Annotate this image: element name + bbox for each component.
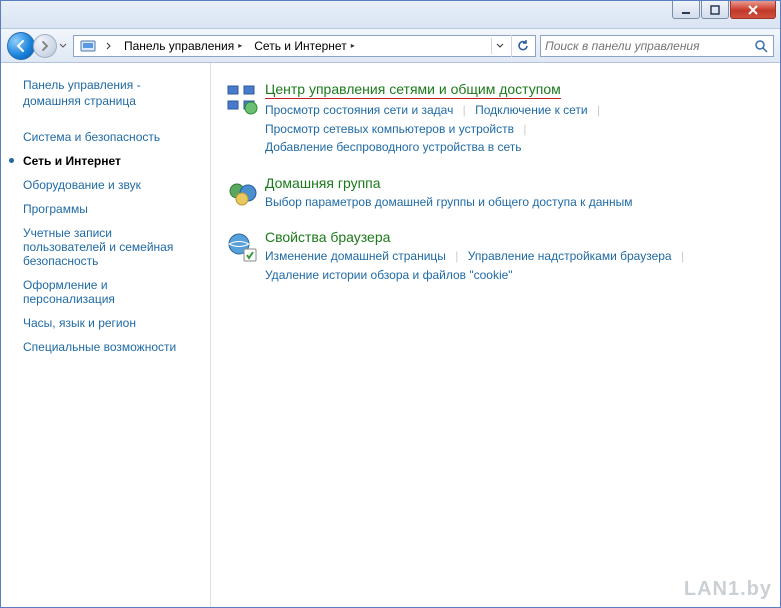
sublinks-row: Просмотр сетевых компьютеров и устройств… — [265, 120, 762, 139]
nav-arrows — [7, 32, 69, 60]
sublinks-row: Добавление беспроводного устройства в се… — [265, 138, 762, 157]
link-homegroup-params[interactable]: Выбор параметров домашней группы и общег… — [265, 195, 633, 209]
separator: | — [597, 103, 600, 117]
sidebar-item-network[interactable]: Сеть и Интернет — [23, 149, 196, 173]
control-panel-icon — [80, 38, 96, 54]
search-box[interactable] — [540, 35, 774, 57]
navigation-bar: Панель управления ▸ Сеть и Интернет ▸ — [1, 29, 780, 63]
sidebar-item-appearance[interactable]: Оформление и персонализация — [23, 273, 196, 311]
address-bar[interactable]: Панель управления ▸ Сеть и Интернет ▸ — [73, 35, 536, 57]
back-button[interactable] — [7, 32, 35, 60]
homegroup-icon — [221, 175, 265, 212]
section-body: Свойства браузера Изменение домашней стр… — [265, 229, 762, 284]
refresh-button[interactable] — [511, 35, 533, 57]
sublinks-row: Выбор параметров домашней группы и общег… — [265, 193, 762, 212]
separator: | — [455, 249, 458, 263]
link-change-homepage[interactable]: Изменение домашней страницы — [265, 249, 446, 263]
close-button[interactable] — [730, 1, 776, 19]
section-homegroup: Домашняя группа Выбор параметров домашне… — [221, 175, 762, 212]
section-body: Центр управления сетями и общим доступом… — [265, 81, 762, 157]
sublinks-row: Просмотр состояния сети и задач | Подклю… — [265, 101, 762, 120]
sidebar-item-programs[interactable]: Программы — [23, 197, 196, 221]
sublinks-row: Изменение домашней страницы | Управление… — [265, 247, 762, 266]
sidebar-item-clock[interactable]: Часы, язык и регион — [23, 311, 196, 335]
link-delete-history[interactable]: Удаление истории обзора и файлов "cookie… — [265, 268, 513, 282]
search-icon[interactable] — [753, 38, 769, 54]
link-connect[interactable]: Подключение к сети — [475, 103, 587, 117]
sidebar: Панель управления - домашняя страница Си… — [1, 63, 211, 607]
link-view-computers[interactable]: Просмотр сетевых компьютеров и устройств — [265, 122, 514, 136]
section-title-network-sharing[interactable]: Центр управления сетями и общим доступом — [265, 81, 561, 99]
sidebar-item-hardware[interactable]: Оборудование и звук — [23, 173, 196, 197]
main-panel: Центр управления сетями и общим доступом… — [211, 63, 780, 607]
sublinks-row: Удаление истории обзора и файлов "cookie… — [265, 266, 762, 285]
forward-button[interactable] — [33, 34, 57, 58]
sidebar-item-system[interactable]: Система и безопасность — [23, 125, 196, 149]
separator: | — [681, 249, 684, 263]
link-view-status[interactable]: Просмотр состояния сети и задач — [265, 103, 453, 117]
breadcrumb-label: Сеть и Интернет — [254, 39, 346, 53]
link-manage-addons[interactable]: Управление надстройками браузера — [468, 249, 672, 263]
sidebar-item-accessibility[interactable]: Специальные возможности — [23, 335, 196, 359]
history-dropdown[interactable] — [57, 32, 69, 60]
watermark: LAN1.by — [684, 578, 772, 601]
chevron-right-icon[interactable] — [104, 38, 114, 54]
content-area: Панель управления - домашняя страница Си… — [1, 63, 780, 607]
maximize-button[interactable] — [701, 1, 729, 19]
section-title-homegroup[interactable]: Домашняя группа — [265, 175, 381, 191]
minimize-button[interactable] — [672, 1, 700, 19]
breadcrumb-item-control-panel[interactable]: Панель управления ▸ — [118, 36, 248, 56]
breadcrumb: Панель управления ▸ Сеть и Интернет ▸ — [118, 36, 487, 56]
window-titlebar — [1, 1, 780, 29]
sidebar-home-link[interactable]: Панель управления - домашняя страница — [23, 77, 196, 109]
network-sharing-icon — [221, 81, 265, 157]
browser-icon — [221, 229, 265, 284]
breadcrumb-item-network[interactable]: Сеть и Интернет ▸ — [248, 36, 360, 56]
separator: | — [523, 122, 526, 136]
breadcrumb-label: Панель управления — [124, 39, 234, 53]
address-dropdown[interactable] — [491, 38, 507, 54]
section-title-browser[interactable]: Свойства браузера — [265, 229, 390, 245]
sidebar-item-users[interactable]: Учетные записи пользователей и семейная … — [23, 221, 196, 273]
section-browser: Свойства браузера Изменение домашней стр… — [221, 229, 762, 284]
separator: | — [463, 103, 466, 117]
window-controls — [671, 1, 776, 21]
section-body: Домашняя группа Выбор параметров домашне… — [265, 175, 762, 212]
section-network-sharing: Центр управления сетями и общим доступом… — [221, 81, 762, 157]
chevron-right-icon: ▸ — [238, 41, 242, 50]
search-input[interactable] — [545, 39, 753, 53]
link-add-wireless[interactable]: Добавление беспроводного устройства в се… — [265, 140, 522, 154]
chevron-right-icon: ▸ — [351, 41, 355, 50]
